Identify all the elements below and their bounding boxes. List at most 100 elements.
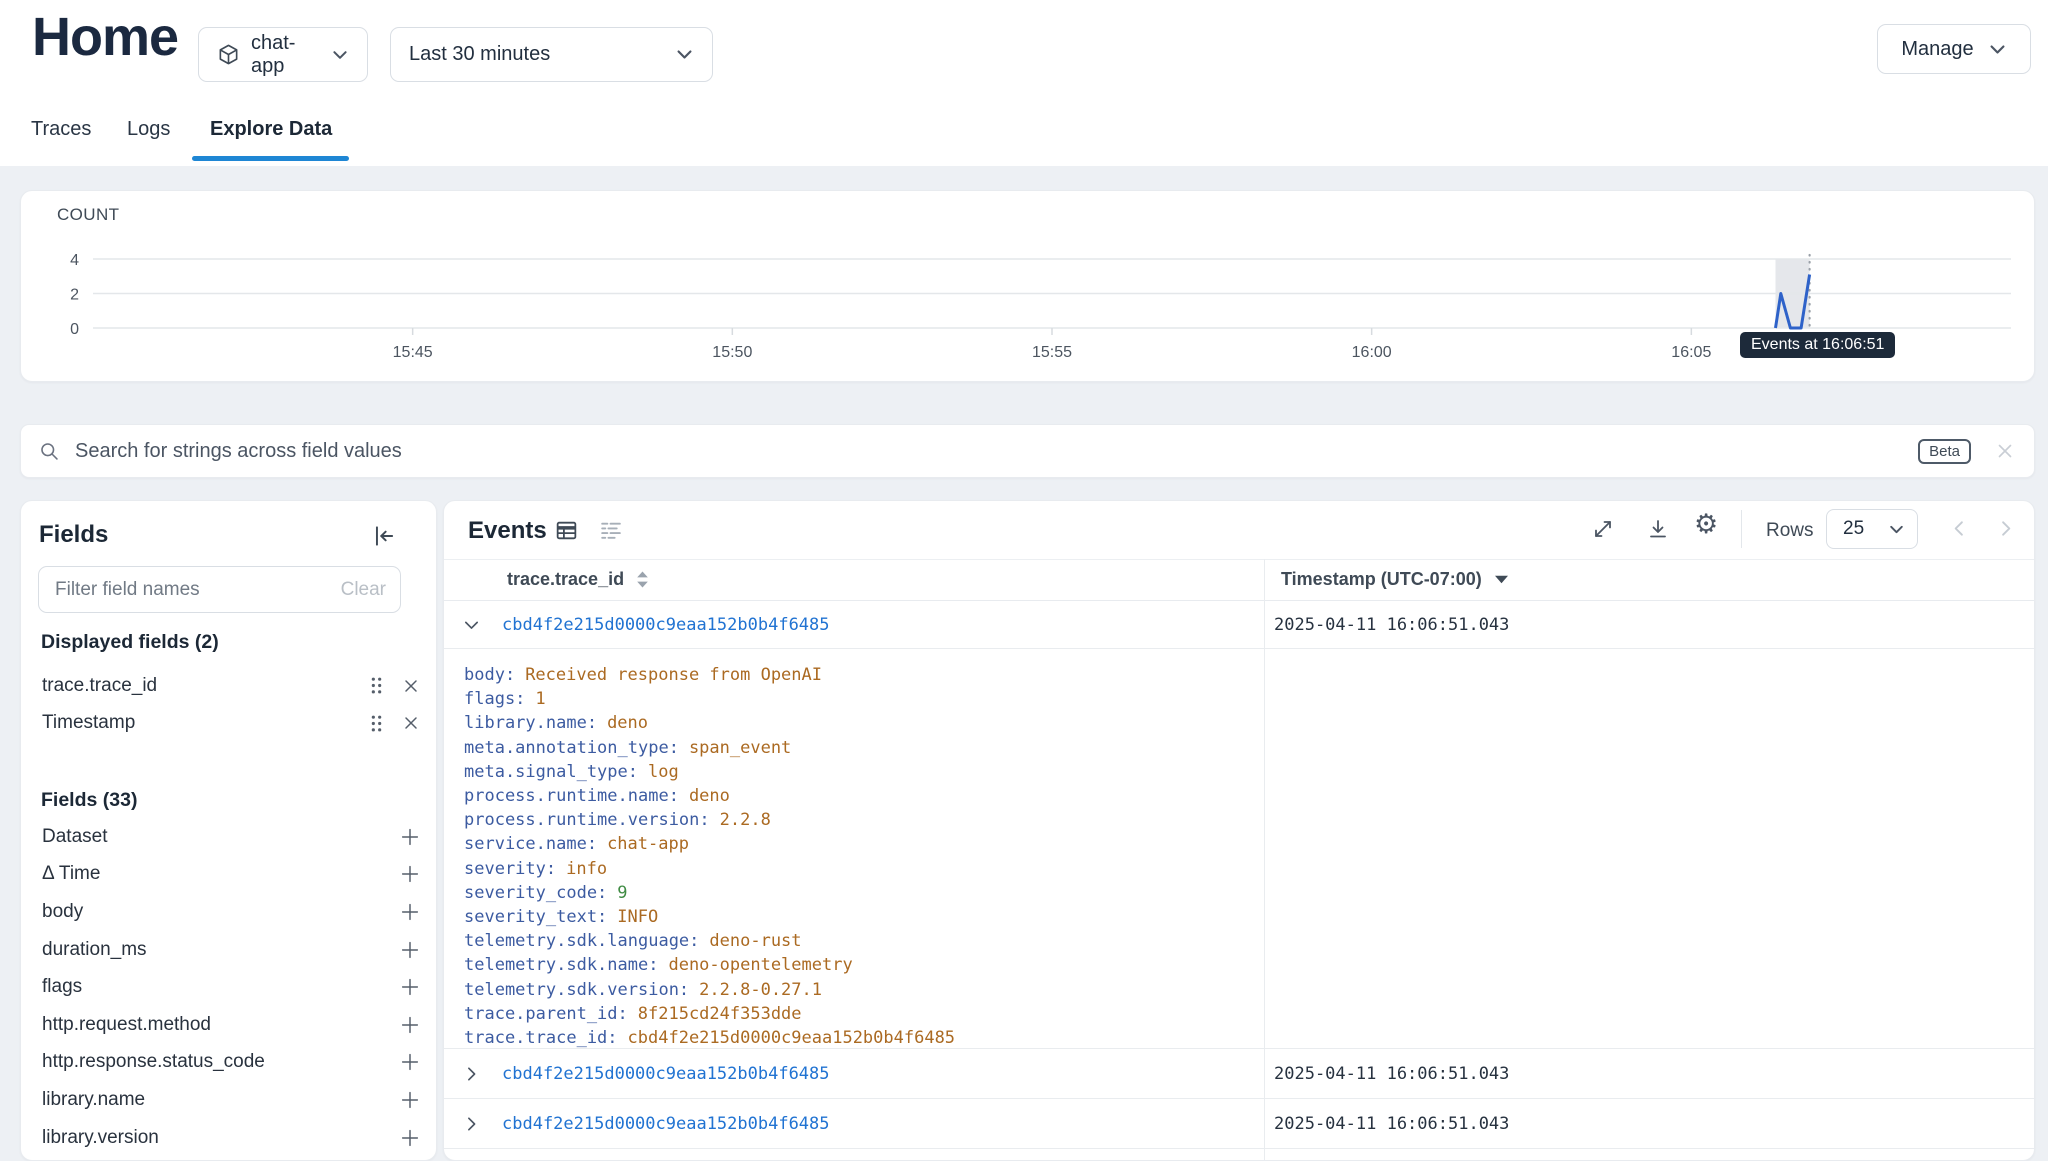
tab-traces[interactable]: Traces (31, 118, 91, 141)
svg-text:16:05: 16:05 (1671, 344, 1711, 361)
detail-line: severity_text:INFO (464, 905, 2035, 929)
field-list-item[interactable]: library.name (21, 1081, 437, 1119)
field-list-item[interactable]: library.version (21, 1119, 437, 1157)
download-icon[interactable] (1646, 517, 1670, 541)
toolbar-divider (1741, 510, 1742, 548)
field-name: library.version (42, 1127, 159, 1149)
drag-handle-icon[interactable] (368, 676, 385, 695)
add-field-icon[interactable] (399, 863, 421, 885)
svg-text:15:50: 15:50 (712, 344, 752, 361)
page: Home chat-app Last 30 minutes Manage Tra… (0, 0, 2048, 1161)
field-filter-input[interactable] (53, 578, 341, 602)
add-field-icon[interactable] (399, 1089, 421, 1111)
detail-line: process.runtime.name:deno (464, 784, 2035, 808)
fields-panel: Fields Clear Displayed fields (2) trace.… (20, 500, 437, 1161)
detail-key: library.name: (464, 713, 597, 733)
service-selector-dropdown[interactable]: chat-app (198, 27, 368, 82)
add-field-icon[interactable] (399, 1127, 421, 1149)
collapse-row-icon[interactable] (461, 614, 482, 635)
detail-value: 1 (535, 689, 545, 709)
add-field-icon[interactable] (399, 1014, 421, 1036)
field-list-item[interactable]: duration_ms (21, 931, 437, 969)
fields-list: Dataset Δ Time body duration_ms flags ht… (21, 818, 437, 1156)
detail-value: deno (607, 713, 648, 733)
rows-per-page-label: Rows (1766, 520, 1814, 542)
detail-line: telemetry.sdk.language:deno-rust (464, 929, 2035, 953)
field-list-item[interactable]: flags (21, 968, 437, 1006)
tab-logs[interactable]: Logs (127, 118, 170, 141)
chevron-down-icon (331, 46, 349, 64)
detail-line: severity:info (464, 857, 2035, 881)
detail-value: 8f215cd24f353dde (638, 1004, 802, 1024)
column-header-trace-id[interactable]: trace.trace_id (507, 569, 649, 590)
detail-line: library.name: deno (464, 711, 2035, 735)
service-selector-label: chat-app (251, 32, 320, 78)
time-range-dropdown[interactable]: Last 30 minutes (390, 27, 713, 82)
cube-icon (217, 43, 240, 66)
close-icon[interactable] (1994, 440, 2016, 462)
events-count-chart-card: COUNT 02415:4515:5015:5516:0016:05 Event… (20, 190, 2035, 382)
sort-descending-icon (1495, 575, 1508, 584)
column-label: trace.trace_id (507, 569, 624, 590)
field-list-item[interactable]: body (21, 893, 437, 931)
displayed-field-row[interactable]: trace.trace_id (21, 667, 437, 705)
detail-key: trace.trace_id: (464, 1028, 618, 1048)
expand-row-icon[interactable] (461, 1113, 482, 1134)
chevron-down-icon (675, 45, 694, 64)
add-field-icon[interactable] (399, 901, 421, 923)
field-name: trace.trace_id (42, 675, 157, 697)
trace-id-link[interactable]: cbd4f2e215d0000c9eaa152b0b4f6485 (502, 1064, 830, 1084)
clear-filter-button[interactable]: Clear (341, 579, 386, 601)
add-field-icon[interactable] (399, 939, 421, 961)
remove-field-icon[interactable] (401, 676, 421, 696)
detail-value: INFO (617, 907, 658, 927)
field-list-item[interactable]: Δ Time (21, 856, 437, 894)
timestamp-cell: 2025-04-11 16:06:51.043 (1274, 1064, 1509, 1084)
field-name: Δ Time (42, 863, 100, 885)
list-view-icon[interactable] (598, 518, 623, 543)
detail-value: 2.2.8-0.27.1 (699, 980, 822, 1000)
trace-id-link[interactable]: cbd4f2e215d0000c9eaa152b0b4f6485 (502, 615, 830, 635)
field-list-item[interactable]: http.response.status_code (21, 1044, 437, 1082)
detail-value: log (648, 762, 679, 782)
displayed-field-row[interactable]: Timestamp (21, 705, 437, 743)
field-name: http.request.method (42, 1014, 211, 1036)
manage-button[interactable]: Manage (1877, 24, 2031, 74)
detail-key: telemetry.sdk.version: (464, 980, 689, 1000)
detail-line: telemetry.sdk.version: 2.2.8-0.27.1 (464, 978, 2035, 1002)
fields-panel-title: Fields (39, 521, 108, 549)
add-field-icon[interactable] (399, 1051, 421, 1073)
global-search-bar: Beta (20, 424, 2035, 478)
expand-fullscreen-icon[interactable] (1591, 517, 1615, 541)
table-view-icon[interactable] (554, 518, 579, 543)
field-list-item[interactable]: Dataset (21, 818, 437, 856)
event-row[interactable]: cbd4f2e215d0000c9eaa152b0b4f6485 2025-04… (444, 1049, 2035, 1099)
remove-field-icon[interactable] (401, 713, 421, 733)
tab-explore-data[interactable]: Explore Data (210, 118, 332, 141)
event-row[interactable]: cbd4f2e215d0000c9eaa152b0b4f6485 2025-04… (444, 1099, 2035, 1149)
field-name: library.name (42, 1089, 145, 1111)
add-field-icon[interactable] (399, 826, 421, 848)
drag-handle-icon[interactable] (368, 714, 385, 733)
detail-key: severity: (464, 859, 556, 879)
add-field-icon[interactable] (399, 976, 421, 998)
gear-icon[interactable]: ⚙ (1694, 511, 1718, 538)
next-page-icon[interactable] (1994, 517, 2017, 540)
events-count-chart[interactable]: 02415:4515:5015:5516:0016:05 (21, 191, 2035, 382)
collapse-panel-icon[interactable] (371, 523, 397, 549)
top-bar: Home chat-app Last 30 minutes Manage Tra… (0, 0, 2048, 166)
expand-row-icon[interactable] (461, 1063, 482, 1084)
search-input[interactable] (73, 439, 1905, 464)
search-icon (39, 441, 60, 462)
sort-icon (636, 571, 649, 588)
previous-page-icon[interactable] (1948, 517, 1971, 540)
event-row[interactable]: cbd4f2e215d0000c9eaa152b0b4f6485 2025-04… (444, 601, 2035, 649)
rows-per-page-select[interactable]: 25 (1826, 509, 1918, 549)
trace-id-link[interactable]: cbd4f2e215d0000c9eaa152b0b4f6485 (502, 1114, 830, 1134)
detail-key: process.runtime.name: (464, 786, 679, 806)
detail-value: 9 (617, 883, 627, 903)
field-list-item[interactable]: http.request.method (21, 1006, 437, 1044)
svg-text:0: 0 (70, 321, 79, 338)
field-name: body (42, 901, 83, 923)
column-header-timestamp[interactable]: Timestamp (UTC-07:00) (1281, 569, 1508, 590)
